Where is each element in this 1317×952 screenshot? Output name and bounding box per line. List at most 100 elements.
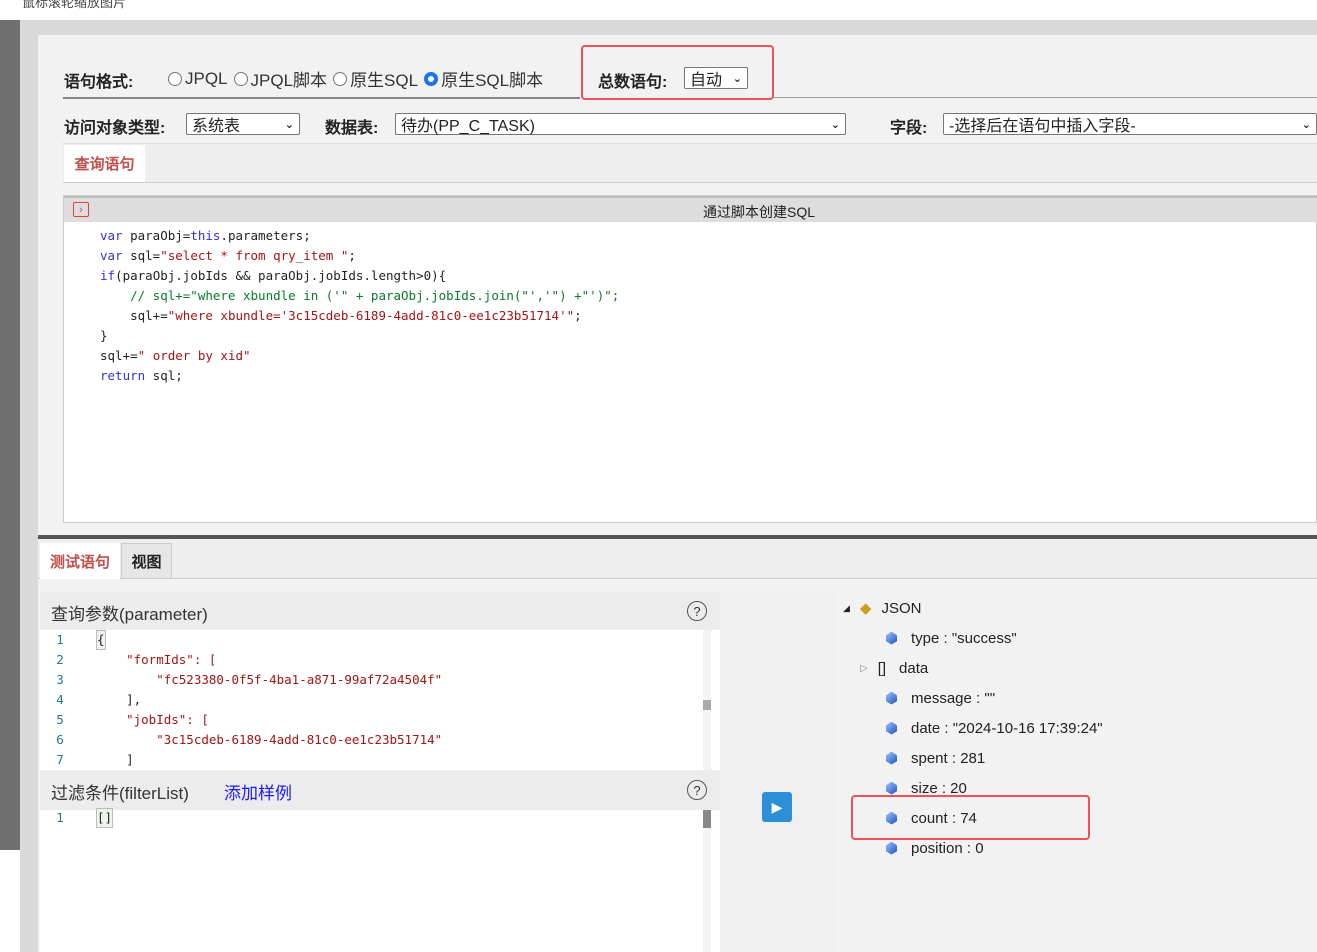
code-line: "jobIds": [ bbox=[96, 712, 209, 727]
tab-view[interactable]: 视图 bbox=[121, 543, 172, 579]
tree-item-label: type : "success" bbox=[911, 629, 1017, 647]
format-radio-0[interactable]: JPQL bbox=[168, 66, 228, 91]
scrollbar[interactable] bbox=[703, 630, 711, 770]
code-line: var sql="select * from qry_item "; bbox=[100, 248, 356, 263]
value-icon bbox=[886, 721, 897, 735]
chevron-down-icon: ⌄ bbox=[284, 118, 294, 131]
caption: 鼠标滚轮缩放图片 bbox=[22, 0, 127, 10]
format-radio-1[interactable]: JPQL脚本 bbox=[233, 66, 328, 91]
access-type-select[interactable]: 系统表 ⌄ bbox=[186, 113, 300, 135]
line-number: 2 bbox=[56, 652, 64, 667]
radio-label: 原生SQL bbox=[350, 71, 419, 90]
help-icon[interactable]: ? bbox=[687, 601, 707, 621]
tree-item-label: date : "2024-10-16 17:39:24" bbox=[911, 719, 1103, 737]
code-line: sql+=" order by xid" bbox=[100, 348, 251, 363]
line-number: 3 bbox=[56, 672, 64, 687]
editor-header bbox=[64, 196, 1317, 222]
radio-label: 原生SQL脚本 bbox=[441, 71, 544, 90]
line-number: 4 bbox=[56, 692, 64, 707]
divider bbox=[774, 97, 1317, 98]
expand-icon[interactable]: › bbox=[73, 202, 89, 217]
param-line-numbers: 1 2 3 4 5 6 7 bbox=[45, 630, 75, 770]
expand-icon[interactable]: ▷ bbox=[860, 663, 868, 674]
tree-item[interactable]: type : "success" bbox=[862, 623, 1103, 653]
field-value: -选择后在语句中插入字段- bbox=[949, 118, 1136, 135]
format-radio-3[interactable]: 原生SQL脚本 bbox=[424, 66, 543, 91]
editor-title: 通过脚本创建SQL bbox=[703, 204, 816, 220]
code-line: "3c15cdeb-6189-4add-81c0-ee1c23b51714" bbox=[96, 732, 443, 747]
radio-label: JPQL bbox=[185, 68, 228, 88]
code-line: "fc523380-0f5f-4ba1-a871-99af72a4504f" bbox=[96, 672, 443, 687]
radio-circle[interactable] bbox=[168, 71, 182, 86]
query-tab-bar bbox=[63, 143, 1317, 183]
line-number: 1 bbox=[56, 632, 64, 647]
radio-circle[interactable] bbox=[233, 71, 248, 86]
divider bbox=[63, 97, 580, 99]
tab-test[interactable]: 测试语句 bbox=[40, 543, 120, 579]
code-line: { bbox=[96, 630, 106, 650]
tree-item-label: message : "" bbox=[911, 689, 996, 707]
radio-circle[interactable] bbox=[424, 71, 439, 86]
json-object-icon: ◆ bbox=[859, 600, 872, 617]
tree-item-label: position : 0 bbox=[911, 839, 984, 857]
chevron-down-icon: ⌄ bbox=[732, 72, 742, 85]
line-number: 7 bbox=[56, 752, 64, 767]
code-line: return sql; bbox=[100, 368, 183, 383]
json-root[interactable]: ◢ ◆ JSON bbox=[843, 593, 921, 623]
tree-item[interactable]: ▷ [] data bbox=[860, 653, 1103, 683]
table-value: 待办(PP_C_TASK) bbox=[401, 118, 535, 135]
count-stmt-value: 自动 bbox=[690, 72, 723, 89]
format-radio-2[interactable]: 原生SQL bbox=[333, 66, 418, 91]
tree-item-label: data bbox=[899, 659, 929, 677]
script-code[interactable]: var paraObj=this.parameters; var sql="sel… bbox=[100, 226, 619, 386]
run-column bbox=[720, 592, 835, 952]
scrollbar[interactable] bbox=[703, 810, 711, 952]
tree-item[interactable]: message : "" bbox=[862, 683, 1103, 713]
tree-item-label: size : 20 bbox=[911, 779, 967, 797]
help-icon[interactable]: ? bbox=[687, 780, 707, 800]
code-line: sql+="where xbundle='3c15cdeb-6189-4add-… bbox=[100, 308, 582, 323]
access-value: 系统表 bbox=[192, 118, 241, 135]
format-radio-group: JPQL JPQL脚本 原生SQL 原生SQL脚本 bbox=[168, 66, 549, 91]
play-icon: ▶ bbox=[771, 798, 783, 815]
code-line: var paraObj=this.parameters; bbox=[100, 228, 311, 243]
count-stmt-label: 总数语句: bbox=[598, 74, 668, 91]
value-icon bbox=[886, 631, 897, 645]
radio-label: JPQL脚本 bbox=[250, 71, 328, 90]
code-line: ], bbox=[96, 692, 142, 707]
field-select[interactable]: -选择后在语句中插入字段- ⌄ bbox=[943, 113, 1317, 135]
add-sample-link[interactable]: 添加样例 bbox=[224, 779, 292, 804]
value-icon bbox=[886, 841, 897, 855]
tree-item-label: spent : 281 bbox=[911, 749, 986, 767]
code-line: } bbox=[100, 328, 108, 343]
table-select[interactable]: 待办(PP_C_TASK) ⌄ bbox=[395, 113, 846, 135]
table-label: 数据表: bbox=[325, 120, 379, 137]
param-code[interactable]: { "formIds": [ "fc523380-0f5f-4ba1-a871-… bbox=[96, 630, 442, 770]
count-stmt-select[interactable]: 自动 ⌄ bbox=[684, 67, 748, 89]
json-root-label: JSON bbox=[881, 599, 922, 617]
radio-circle[interactable] bbox=[333, 71, 348, 86]
background-strip bbox=[0, 20, 20, 850]
value-icon bbox=[886, 751, 897, 765]
chevron-down-icon: ⌄ bbox=[1301, 118, 1311, 131]
filter-title: 过滤条件(filterList) bbox=[51, 784, 189, 803]
code-line: ] bbox=[96, 752, 134, 767]
value-icon bbox=[886, 691, 897, 705]
param-title: 查询参数(parameter) bbox=[51, 605, 208, 624]
tree-item[interactable]: spent : 281 bbox=[862, 743, 1103, 773]
tab-query[interactable]: 查询语句 bbox=[64, 145, 145, 182]
tree-item[interactable]: date : "2024-10-16 17:39:24" bbox=[862, 713, 1103, 743]
code-line: // sql+="where xbundle in ('" + paraObj.… bbox=[100, 288, 620, 303]
line-number: 1 bbox=[56, 810, 64, 825]
field-label: 字段: bbox=[890, 120, 928, 137]
collapse-icon[interactable]: ◢ bbox=[843, 603, 850, 614]
run-button[interactable]: ▶ bbox=[762, 792, 792, 822]
line-number: 6 bbox=[56, 732, 64, 747]
bottom-tab-bar bbox=[38, 539, 1317, 579]
format-label: 语句格式: bbox=[64, 74, 134, 91]
value-icon bbox=[886, 781, 897, 795]
filter-code[interactable]: [] bbox=[96, 808, 114, 828]
array-icon: [] bbox=[877, 659, 887, 677]
filter-editor[interactable] bbox=[40, 810, 720, 952]
code-line: if(paraObj.jobIds && paraObj.jobIds.leng… bbox=[100, 268, 447, 283]
